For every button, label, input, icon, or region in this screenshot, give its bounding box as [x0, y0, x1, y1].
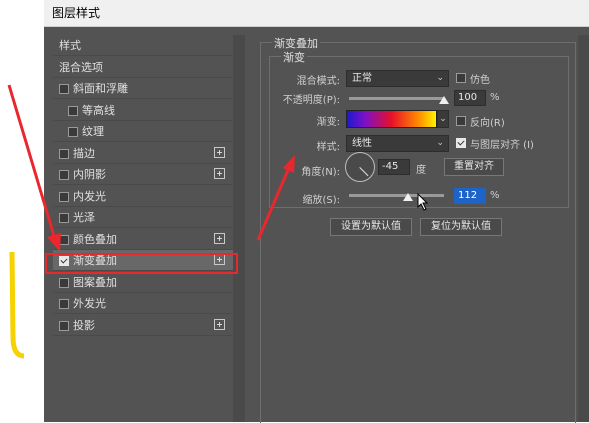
annotation-arrows — [7, 84, 295, 252]
arrow-to-angle-control — [256, 155, 295, 241]
arrow-to-gradient-overlay — [7, 84, 61, 252]
